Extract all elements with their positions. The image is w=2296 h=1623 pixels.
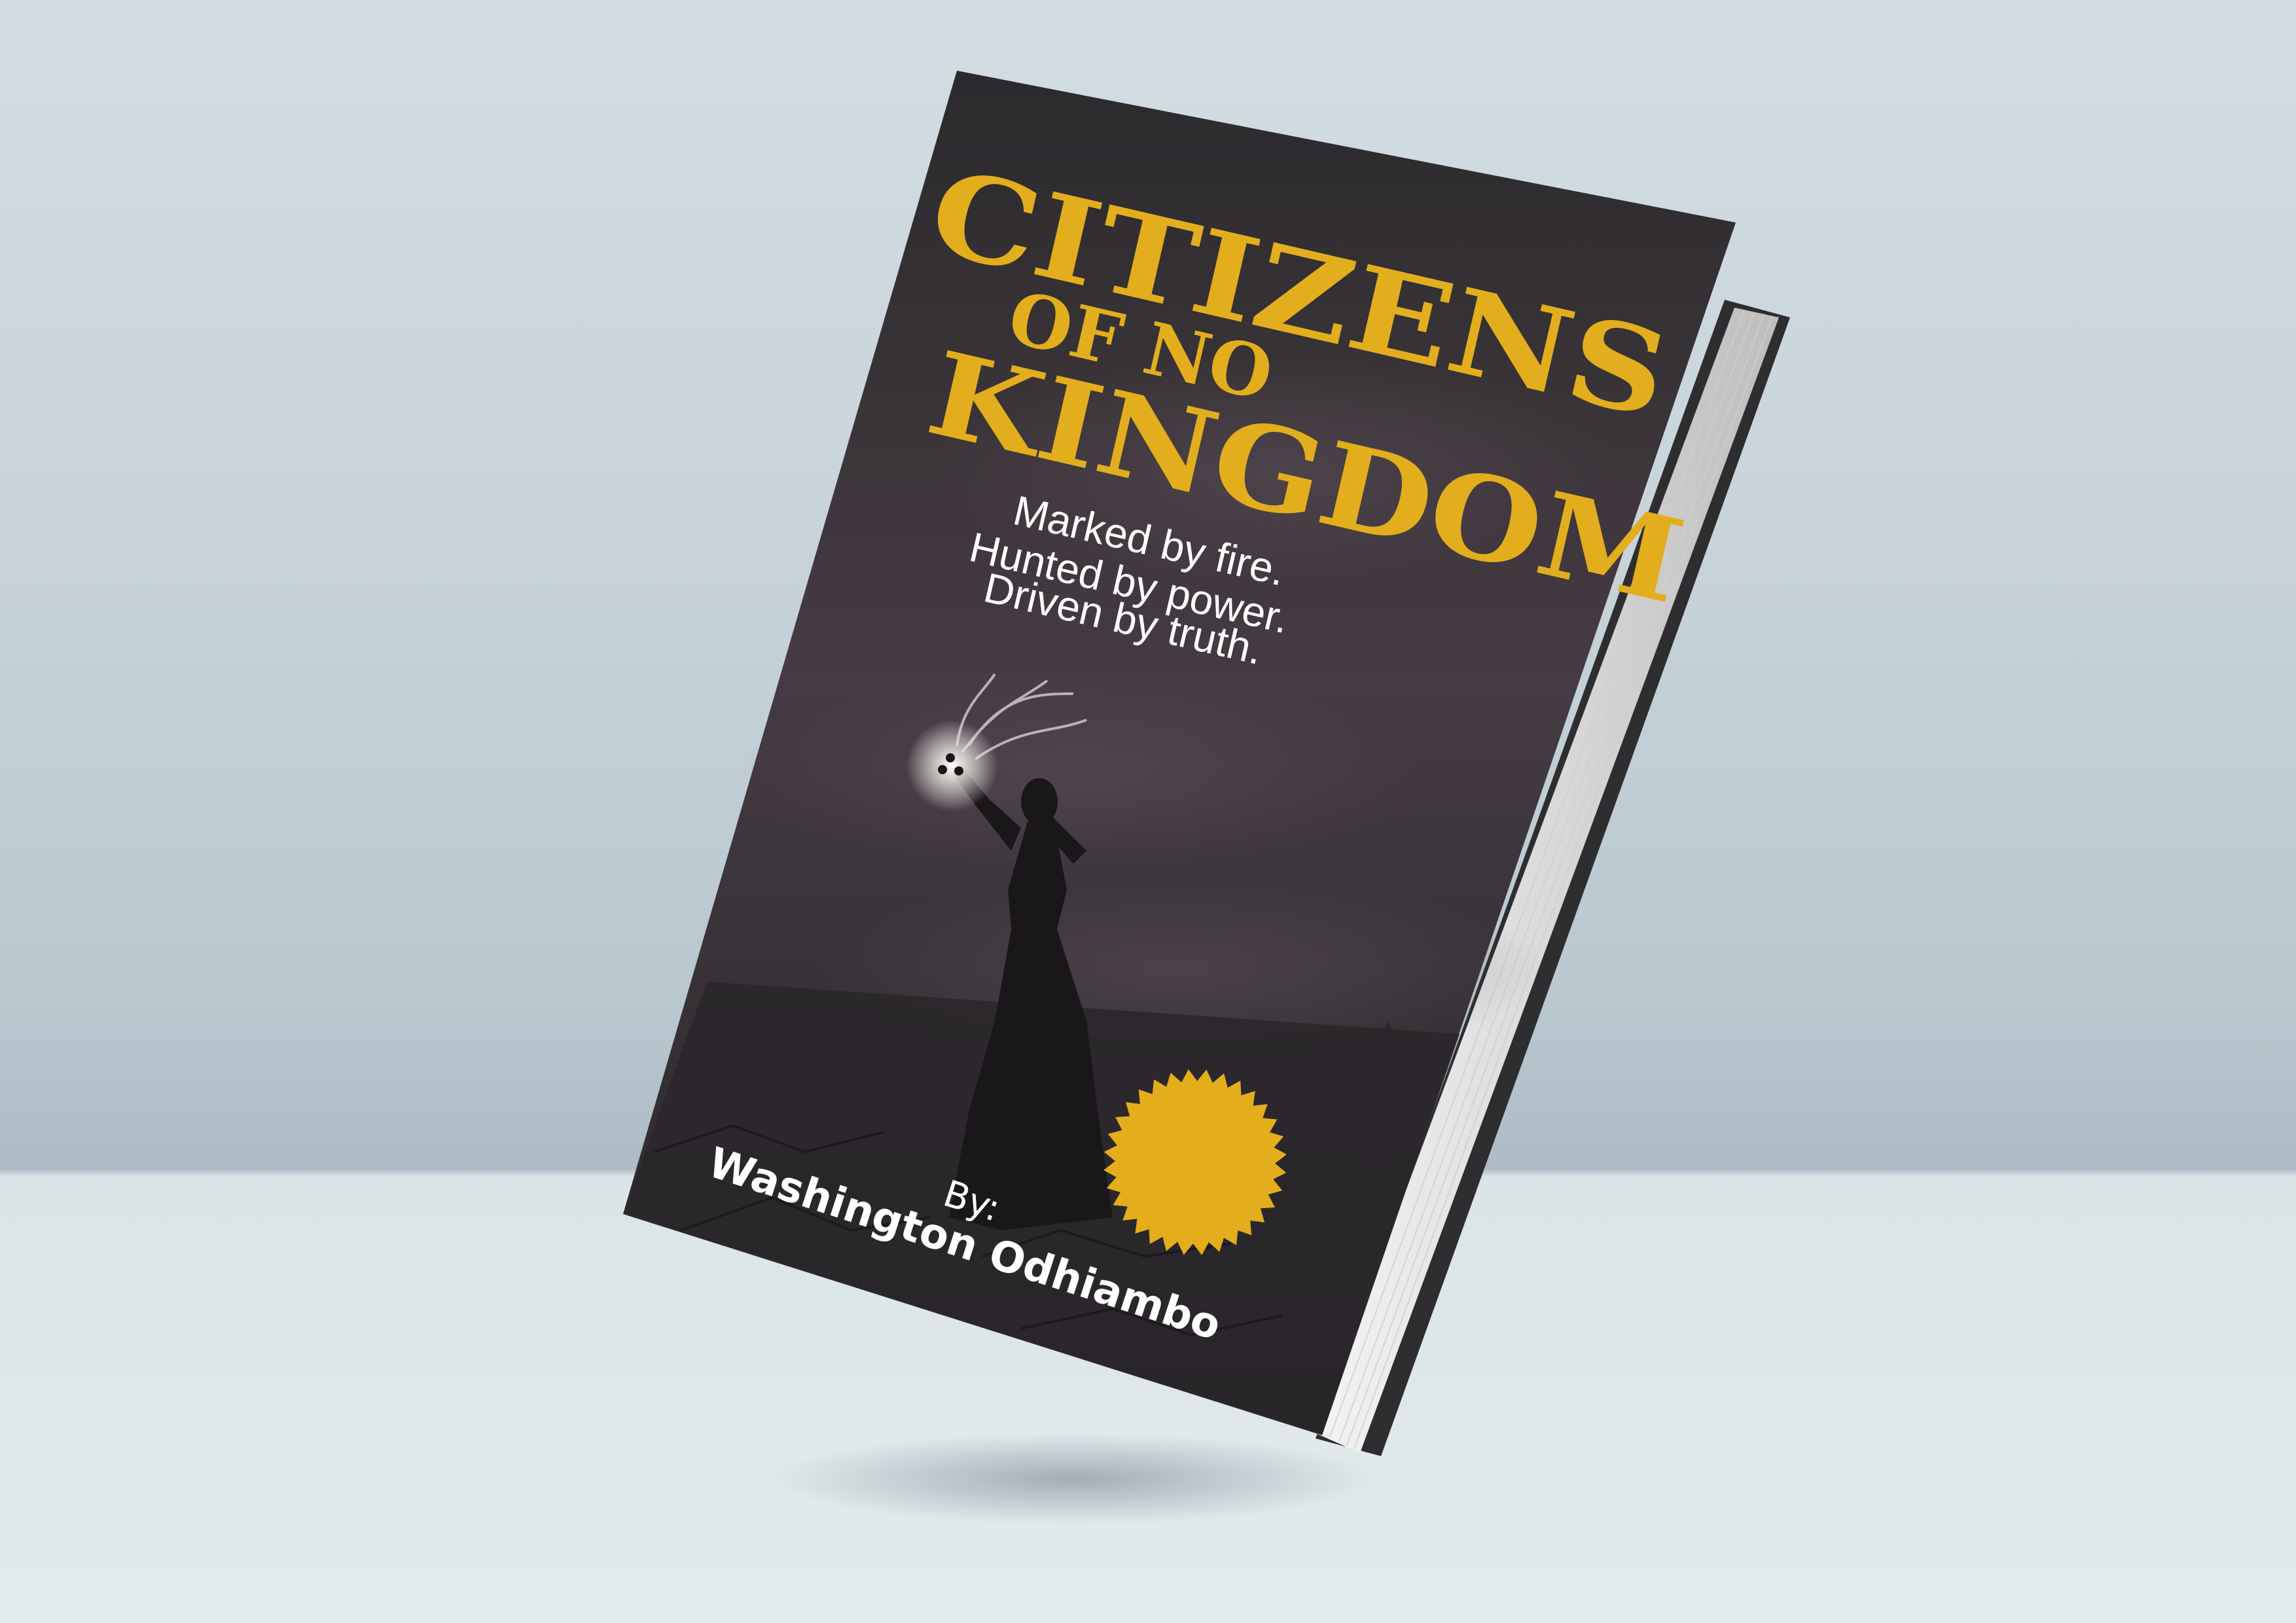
magic-glow	[906, 720, 998, 812]
book-mockup: CITIZENS OF NO KINGDOM Marked by fire. H…	[623, 71, 1790, 1525]
book-shadow	[772, 1433, 1374, 1525]
mockup-scene: CITIZENS OF NO KINGDOM Marked by fire. H…	[0, 0, 2296, 1623]
